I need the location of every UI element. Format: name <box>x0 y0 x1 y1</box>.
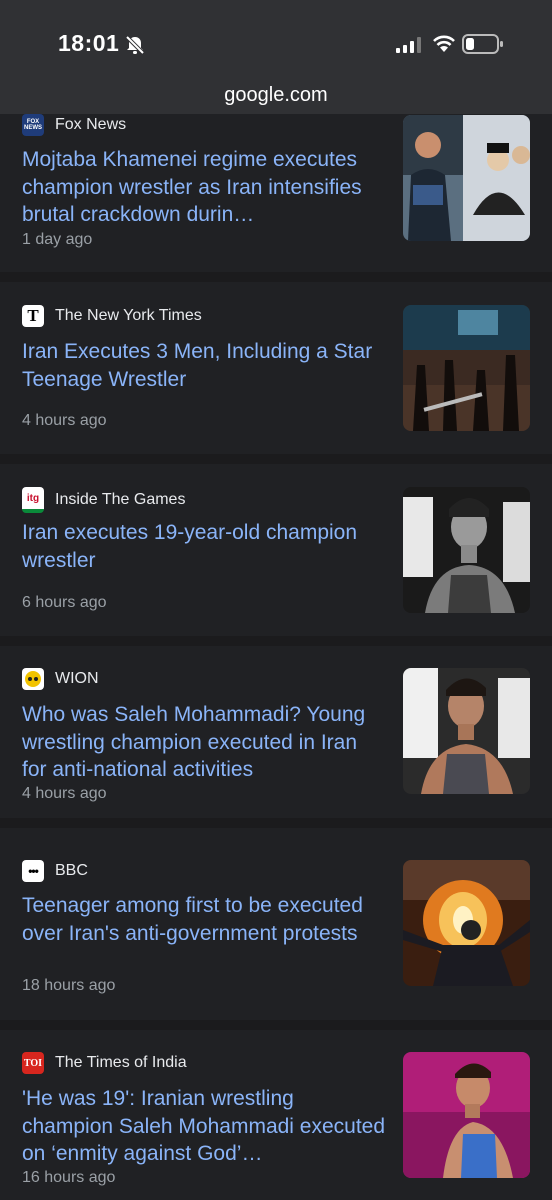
source-name: The Times of India <box>55 1054 187 1071</box>
article-title[interactable]: Iran executes 19-year-old champion wrest… <box>22 519 387 574</box>
article-time: 4 hours ago <box>22 785 107 802</box>
article-title[interactable]: Who was Saleh Mohammadi? Young wrestling… <box>22 701 387 784</box>
source-name: Fox News <box>55 116 127 133</box>
wifi-icon <box>433 35 455 52</box>
status-time: 18:01 <box>58 30 120 56</box>
toi-logo-icon: TOI <box>22 1052 44 1074</box>
wion-mark-icon <box>25 671 41 687</box>
article-title[interactable]: 'He was 19': Iranian wrestling champion … <box>22 1085 387 1168</box>
source-name: WION <box>55 670 99 687</box>
article-time: 1 day ago <box>22 231 93 248</box>
article-title[interactable]: Iran Executes 3 Men, Including a Star Te… <box>22 338 387 393</box>
bell-muted-icon <box>125 35 145 55</box>
news-card[interactable]: ••• BBC Teenager among first to be execu… <box>0 828 552 1020</box>
article-thumbnail[interactable] <box>403 1052 530 1178</box>
inside-the-games-logo-icon: itg <box>22 487 44 513</box>
article-title[interactable]: Teenager among first to be executed over… <box>22 892 387 947</box>
article-thumbnail[interactable] <box>403 860 530 986</box>
news-card[interactable]: T The New York Times Iran Executes 3 Men… <box>0 282 552 454</box>
news-source: FOX NEWS Fox News <box>22 114 126 136</box>
news-card[interactable]: FOX NEWS Fox News Mojtaba Khamenei regim… <box>0 100 552 272</box>
news-source: WION <box>22 668 99 690</box>
source-name: Inside The Games <box>55 491 186 508</box>
news-card[interactable]: TOI The Times of India 'He was 19': Iran… <box>0 1030 552 1200</box>
cellular-signal-icon <box>396 37 421 53</box>
article-time: 18 hours ago <box>22 977 116 994</box>
source-name: BBC <box>55 862 88 879</box>
news-source: T The New York Times <box>22 305 202 327</box>
wion-logo-icon <box>22 668 44 690</box>
source-name: The New York Times <box>55 307 202 324</box>
news-card[interactable]: WION Who was Saleh Mohammadi? Young wres… <box>0 646 552 818</box>
status-bar: 18:01 google.com <box>0 0 552 114</box>
news-source: itg Inside The Games <box>22 487 185 513</box>
battery-icon <box>462 34 503 54</box>
bbc-logo-icon: ••• <box>22 860 44 882</box>
news-source: TOI The Times of India <box>22 1052 187 1074</box>
article-thumbnail[interactable] <box>403 115 530 241</box>
article-thumbnail[interactable] <box>403 668 530 794</box>
fox-news-logo-icon: FOX NEWS <box>22 114 44 136</box>
article-thumbnail[interactable] <box>403 305 530 431</box>
article-time: 16 hours ago <box>22 1169 116 1186</box>
news-card[interactable]: itg Inside The Games Iran executes 19-ye… <box>0 464 552 636</box>
article-thumbnail[interactable] <box>403 487 530 613</box>
address-bar-url[interactable]: google.com <box>0 84 552 107</box>
news-source: ••• BBC <box>22 860 88 882</box>
article-time: 4 hours ago <box>22 412 107 429</box>
article-time: 6 hours ago <box>22 594 107 611</box>
nyt-logo-icon: T <box>22 305 44 327</box>
article-title[interactable]: Mojtaba Khamenei regime executes champio… <box>22 146 387 229</box>
